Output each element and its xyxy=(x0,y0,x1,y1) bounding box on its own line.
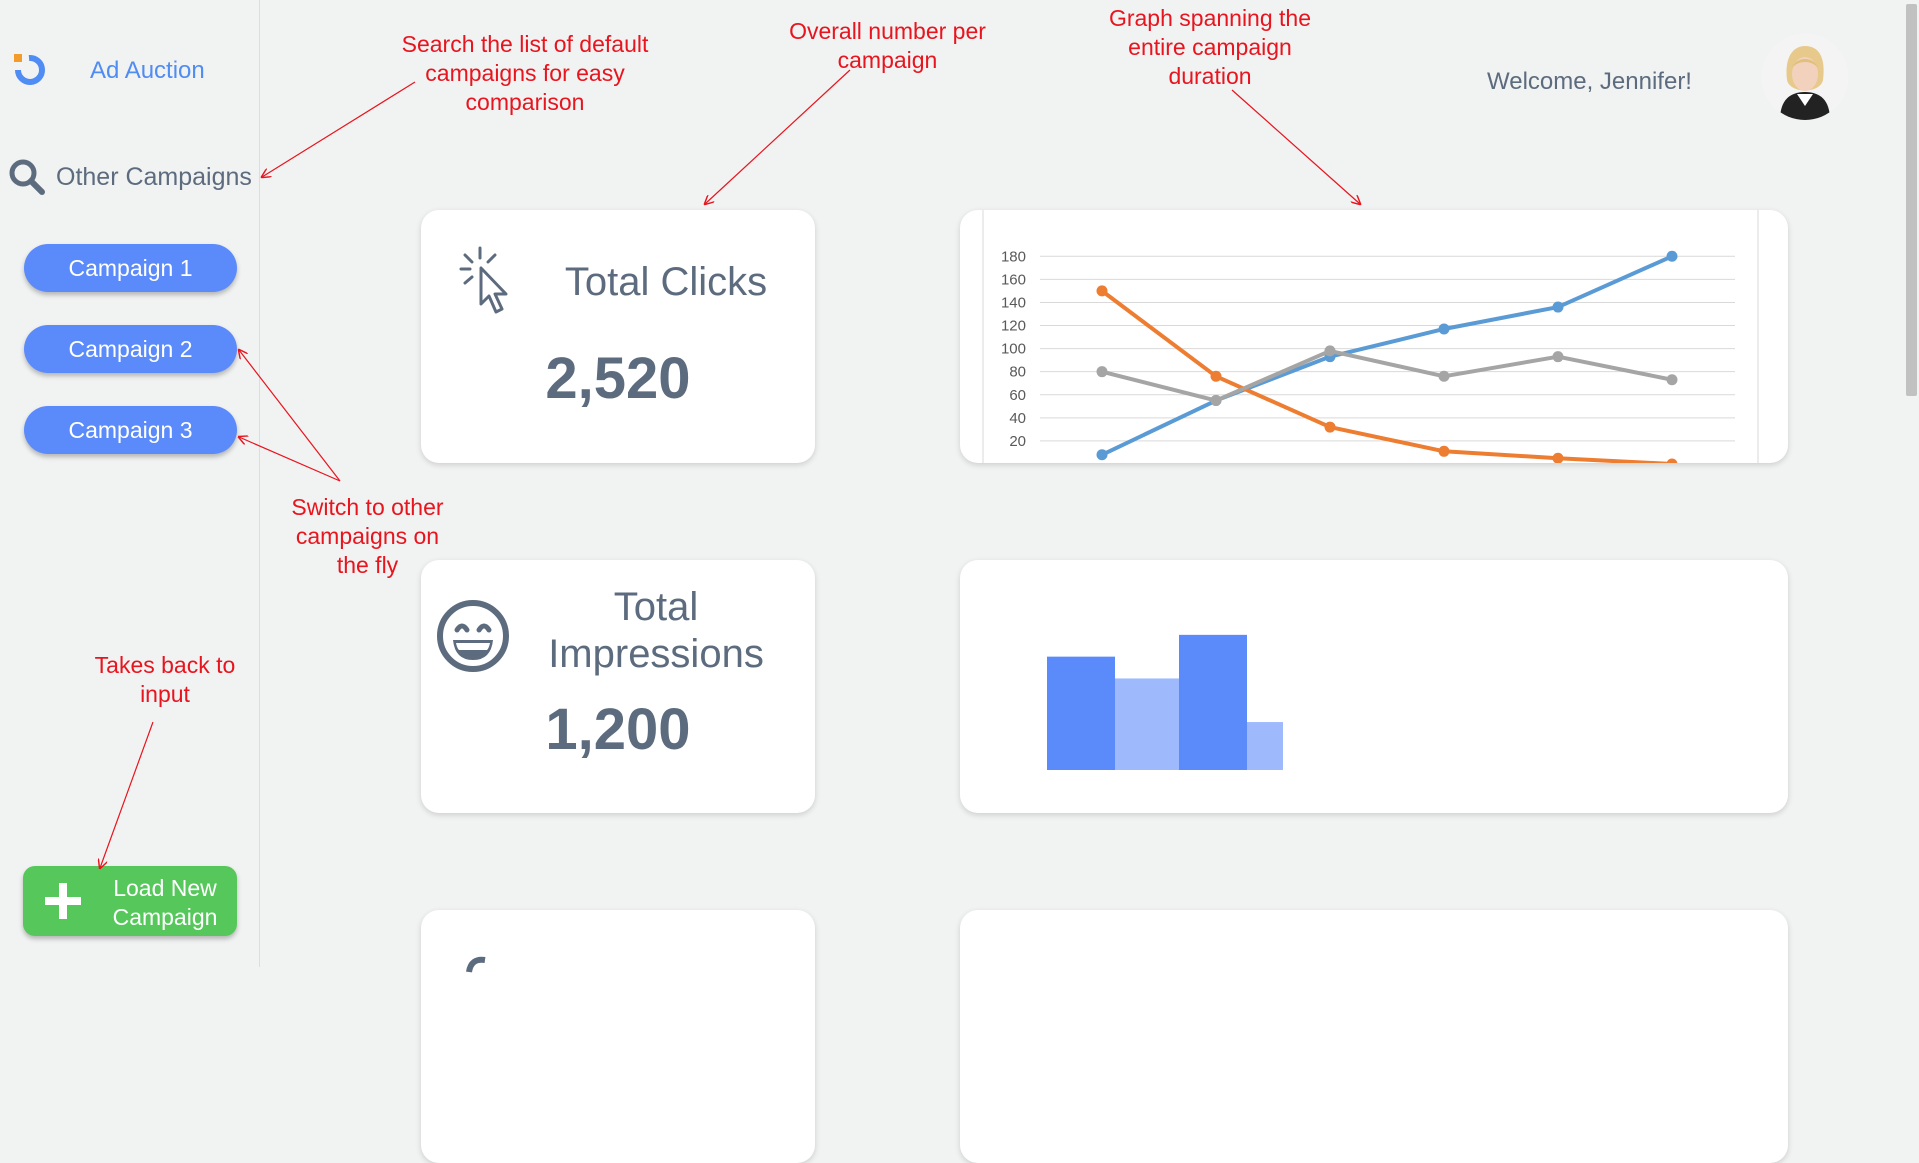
arrow-switch-2 xyxy=(239,350,341,482)
annotation-arrows xyxy=(0,69,1919,967)
scrollbar-thumb[interactable] xyxy=(1906,4,1917,396)
arrow-overall xyxy=(705,69,851,204)
arrow-switch-3 xyxy=(239,437,341,482)
arrow-search xyxy=(262,81,416,177)
arrow-graph xyxy=(1231,89,1360,204)
arrow-takes-back xyxy=(100,721,154,868)
